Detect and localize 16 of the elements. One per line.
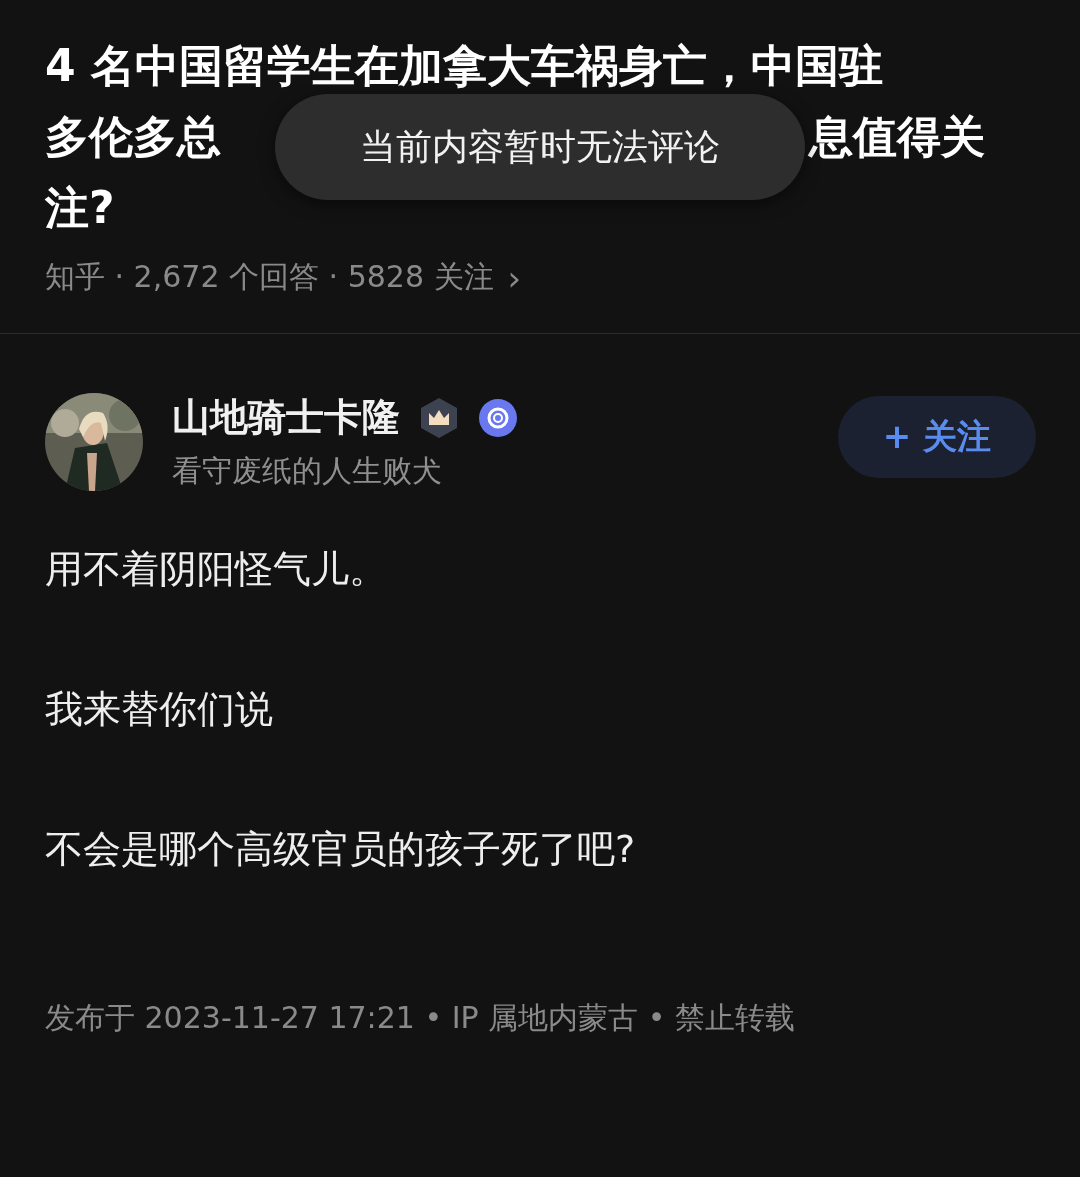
answer-footer: 发布于 2023-11-27 17:21 • IP 属地内蒙古 • 禁止转载 <box>45 998 1035 1039</box>
ring-badge-icon <box>478 397 518 438</box>
question-title: 4 名中国留学生在加拿大车祸身亡，中国驻 <box>45 39 883 93</box>
toast-message: 当前内容暂时无法评论 <box>275 94 805 200</box>
answer-paragraph: 我来替你们说 <box>45 686 274 732</box>
author-name[interactable]: 山地骑士卡隆 <box>172 392 400 443</box>
crown-badge-icon <box>418 396 460 439</box>
answer-paragraph: 不会是哪个高级官员的孩子死了吧? <box>45 826 637 872</box>
chevron-icon[interactable]: › <box>507 257 522 298</box>
question-title: 多伦多总 <box>45 110 221 164</box>
question-title: 息值得关 <box>809 110 985 164</box>
author-bio: 看守废纸的人生败犬 <box>172 452 443 490</box>
answer-paragraph: 用不着阴阳怪气儿。 <box>45 546 388 592</box>
question-stats[interactable]: 知乎 · 2,672 个回答 · 5828 关注 <box>45 257 494 298</box>
follow-button[interactable]: + 关注 <box>838 396 1036 478</box>
question-title: 注? <box>45 181 115 235</box>
